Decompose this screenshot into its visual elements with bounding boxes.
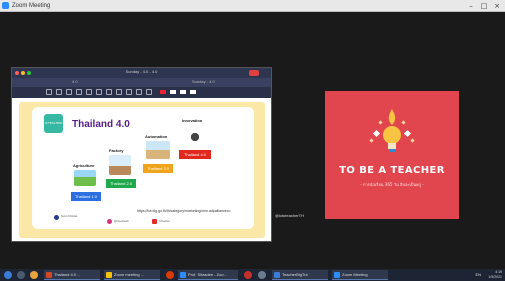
clock[interactable]: 4:19 1/3/2021 [488,270,502,280]
lightbulb-icon [369,109,415,152]
shared-screen[interactable]: Sunday - 4.0 - 4.0 4.0 Sunday - 4.0 ICTE… [11,67,272,242]
stage-box-thailand-3: Thailand 3.0 [143,164,173,173]
task-zoom-call[interactable]: Prof. Sitasdee - Zoo... [178,270,238,280]
task-powerpoint[interactable]: Thailand 4.0 ... [44,270,100,280]
shared-tabs: 4.0 Sunday - 4.0 [12,78,271,87]
line-swatch-2[interactable] [190,90,196,94]
text-icon[interactable] [86,89,92,95]
image-icon[interactable] [116,89,122,95]
task-label: Thailand 4.0 ... [54,272,81,277]
task-browser[interactable]: Zoom meeting ... [104,270,160,280]
meeting-area: Sunday - 4.0 - 4.0 4.0 Sunday - 4.0 ICTE… [0,12,505,269]
language-indicator[interactable]: EN [475,271,481,279]
window-title: Zoom Meeting [12,3,51,9]
slide: ICTEACHER Thailand 4.0 Agriculture Thail… [19,102,265,238]
shared-window-titlebar: Sunday - 4.0 - 4.0 [12,68,271,78]
zoom-icon [180,272,186,278]
undo-icon[interactable] [136,89,142,95]
office-icon[interactable] [166,271,174,279]
tab-right[interactable]: Sunday - 4.0 [192,79,215,84]
redo-icon[interactable] [146,89,152,95]
zoom-app-icon [2,2,9,9]
stage-label-agriculture: Agriculture [73,163,95,168]
automation-illustration [146,141,170,159]
highlighter-icon[interactable] [66,89,72,95]
task-label: Zoom meeting ... [114,272,145,277]
search-icon[interactable] [17,271,25,279]
minimize-icon[interactable]: – [465,1,477,11]
shared-window-title: Sunday - 4.0 - 4.0 [125,69,158,74]
stage-box-thailand-1: Thailand 1.0 [71,192,101,201]
farm-illustration [74,170,96,186]
taskbar: Thailand 4.0 ... Zoom meeting ... Prof. … [0,269,505,281]
stage-label-automation: Automation [145,134,168,139]
close-icon[interactable]: × [491,1,503,11]
factory-illustration [109,155,131,175]
app-icon-red[interactable] [244,271,252,279]
window-titlebar: Zoom Meeting – □ × [0,0,505,12]
eraser-icon[interactable] [76,89,82,95]
profile-icon [54,215,59,220]
slide-url: https://ba.dig.go.th/th/category/marketi… [137,209,231,213]
tile-headline: TO BE A TEACHER [339,165,445,176]
tile-subline: - การนักเรียน 365 วัน สิบละเป็นครู - [360,182,424,187]
footer-instagram: @icteacherth [114,220,129,223]
task-label: Zoom Meeting [342,272,368,277]
footer-author: Sumit Chimlao [61,215,78,218]
task-label: Prof. Sitasdee - Zoo... [188,272,227,277]
record-icon [249,70,259,76]
participant-name: @ictoteacherTH [275,213,304,218]
maximize-icon[interactable]: □ [478,1,490,11]
slide-logo: ICTEACHER [44,114,63,133]
task-teacher[interactable]: TeacherBigTut [272,270,328,280]
stage-box-thailand-4: Thailand 4.0 [179,150,211,159]
zoom-meeting-icon [334,272,340,278]
shape-icon[interactable] [96,89,102,95]
line-swatch[interactable] [180,90,186,94]
white-swatch[interactable] [170,90,176,94]
start-icon[interactable] [4,271,12,279]
file-explorer-icon[interactable] [30,271,38,279]
stage-label-innovation: Innovation [182,118,203,123]
innovation-illustration [184,125,206,145]
red-swatch[interactable] [160,90,166,94]
stage-box-thailand-2: Thailand 2.0 [106,179,136,188]
annotation-toolbar [12,87,271,98]
instagram-icon [107,219,112,224]
slide-title: Thailand 4.0 [72,119,130,130]
slide-canvas: ICTEACHER Thailand 4.0 Agriculture Thail… [32,107,254,229]
task-label: TeacherBigTut [282,272,308,277]
teacher-app-icon [274,272,280,278]
footer-youtube: IcTeacher [159,220,170,223]
participant-tile[interactable]: TO BE A TEACHER - การนักเรียน 365 วัน สิ… [325,91,459,219]
clock-date: 1/3/2021 [488,275,502,279]
stage-label-factory: Factory [109,148,124,153]
app-icon-gray[interactable] [258,271,266,279]
youtube-icon [152,219,157,224]
powerpoint-icon [46,272,52,278]
lasso-icon[interactable] [106,89,112,95]
pen-icon[interactable] [56,89,62,95]
ruler-icon[interactable] [126,89,132,95]
task-zoom-meeting[interactable]: Zoom Meeting [332,270,388,280]
tab-left[interactable]: 4.0 [72,79,78,84]
pointer-icon[interactable] [46,89,52,95]
chrome-icon [106,272,112,278]
